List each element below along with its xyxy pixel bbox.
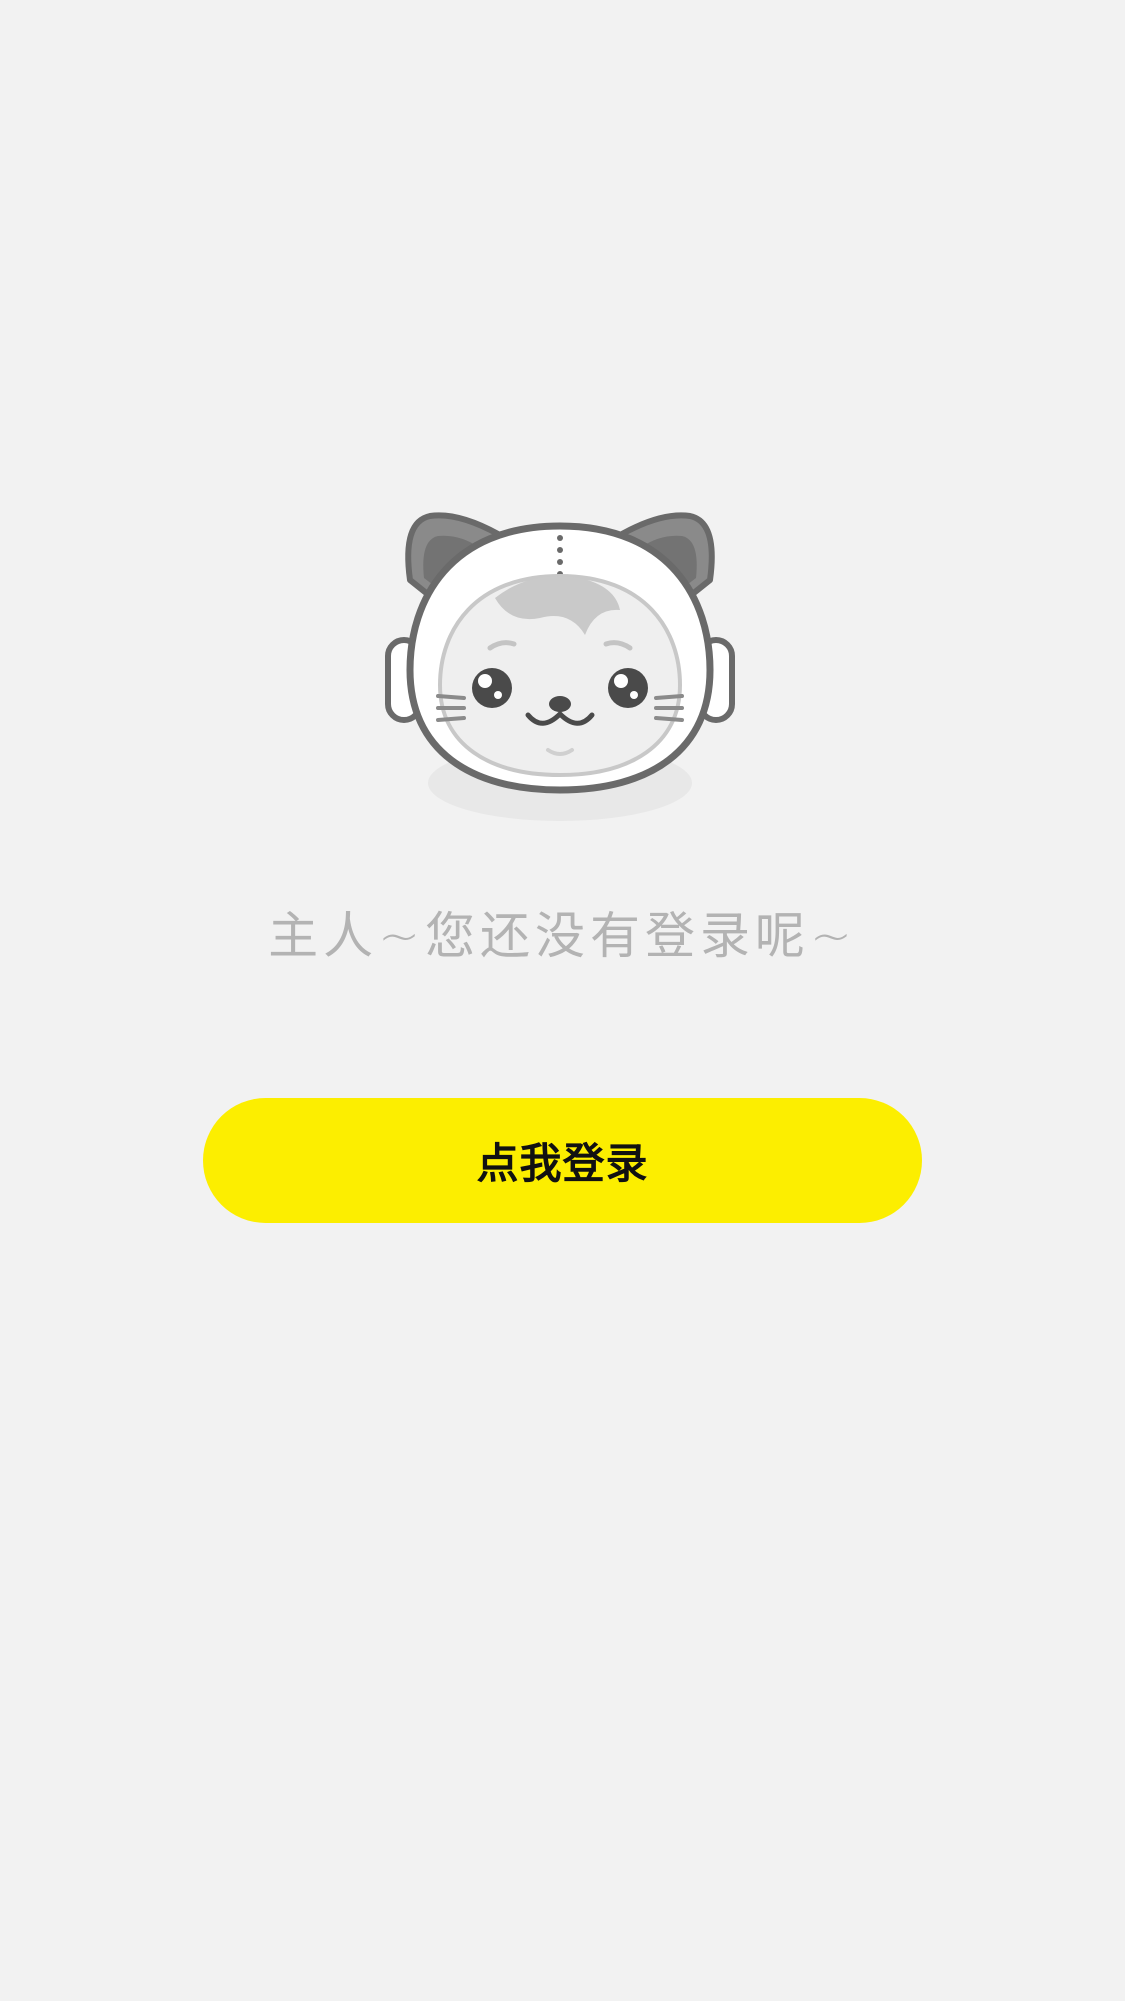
login-button-label: 点我登录 [476, 1139, 649, 1188]
astronaut-cat-icon [380, 500, 745, 830]
login-button[interactable]: 点我登录 [203, 1098, 922, 1223]
not-logged-in-message: 主人~您还没有登录呢~ [268, 907, 857, 965]
login-prompt-screen: 主人~您还没有登录呢~ 点我登录 [0, 0, 1125, 2001]
